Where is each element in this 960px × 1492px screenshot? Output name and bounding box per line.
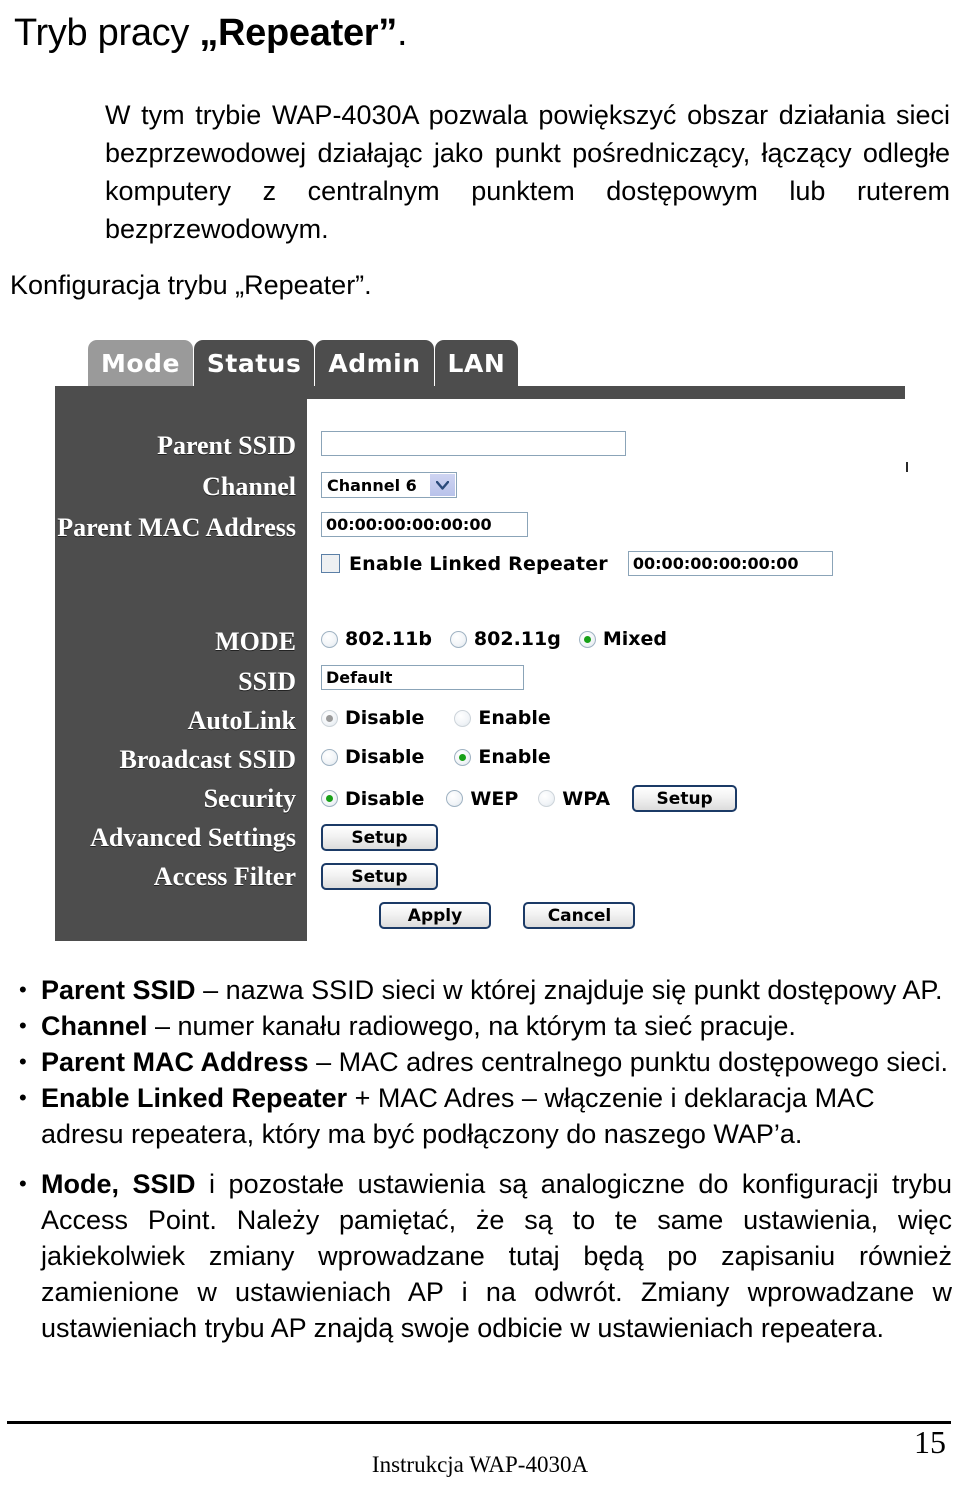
list-item: Parent SSID – nazwa SSID sieci w której … [14,972,952,1008]
parent-mac-input[interactable] [321,512,528,537]
router-admin-screenshot: Mode Status Admin LAN Parent SSID Channe… [55,336,910,941]
page-title-quoted: „Repeater” [199,12,397,54]
radio-circle [321,748,338,766]
tab-mode[interactable]: Mode [88,340,193,386]
list-item-term: Parent SSID [41,975,196,1005]
list-item: Enable Linked Repeater + MAC Adres – włą… [14,1080,952,1152]
list-item-desc: – MAC adres centralnego punktu dostępowe… [308,1047,948,1077]
label-column: Parent SSID Channel Parent MAC Address M… [55,386,307,941]
access-filter-setup-button[interactable]: Setup [321,863,438,890]
radio-circle [446,790,464,807]
bullet-list: Parent SSID – nazwa SSID sieci w której … [14,972,952,1346]
config-line: Konfiguracja trybu „Repeater”. [10,270,372,300]
security-radio-disable-label: Disable [345,787,425,810]
mode-radio-80211g[interactable]: 802.11g [449,628,561,650]
autolink-radio-disable[interactable]: Disable [321,707,424,729]
security-radio-wep[interactable]: WEP [446,788,518,810]
list-item-term: Mode, SSID [41,1169,196,1199]
page-title: Tryb pracy „Repeater”. [14,12,408,55]
radio-circle-selected [578,630,596,648]
intro-paragraph: W tym trybie WAP-4030A pozwala powiększy… [105,100,950,244]
list-item-desc: – nazwa SSID sieci w której znajduje się… [195,975,943,1005]
broadcast-radio-disable-label: Disable [345,746,425,768]
security-setup-button[interactable]: Setup [632,785,738,812]
tab-admin[interactable]: Admin [315,340,434,386]
list-item: Mode, SSID i pozostałe ustawienia są ana… [14,1166,952,1346]
mode-radio-80211g-label: 802.11g [473,628,561,650]
label-broadcast-ssid: Broadcast SSID [119,745,296,774]
label-ssid: SSID [238,667,296,696]
label-autolink: AutoLink [187,706,296,735]
label-advanced-settings: Advanced Settings [90,823,296,852]
label-mode: MODE [215,627,296,656]
security-radio-disable[interactable]: Disable [321,788,424,810]
label-parent-ssid: Parent SSID [157,431,296,460]
page-title-prefix: Tryb pracy [14,12,200,54]
ssid-input[interactable] [321,665,524,690]
page-title-suffix: . [396,12,408,54]
list-item-term: Channel [41,1011,148,1041]
autolink-radio-enable-label: Enable [478,707,551,729]
mode-radio-mixed-label: Mixed [602,628,668,650]
linked-repeater-mac-input[interactable] [627,551,833,576]
autolink-radio-enable[interactable]: Enable [454,707,551,729]
security-radio-wep-label: WEP [470,787,519,810]
radio-circle-selected [321,709,338,727]
form-column: Channel 6 Enable Linked Repeater 802.11b… [307,399,905,941]
radio-circle [321,630,338,648]
broadcast-radio-enable-label: Enable [478,746,551,768]
list-item: Channel – numer kanału radiowego, na któ… [14,1008,952,1044]
radio-circle [454,709,472,727]
radio-circle [449,630,467,648]
footer-divider [7,1421,951,1424]
parent-ssid-input[interactable] [321,431,626,456]
label-channel: Channel [202,472,296,501]
radio-circle-selected [321,790,338,807]
autolink-radio-disable-label: Disable [345,707,425,729]
footer-text: Instrukcja WAP-4030A [371,1452,589,1477]
list-item-term: Parent MAC Address [41,1047,309,1077]
broadcast-radio-enable[interactable]: Enable [454,746,551,768]
label-parent-mac: Parent MAC Address [57,513,296,542]
advanced-settings-setup-button[interactable]: Setup [321,824,438,851]
radio-circle-selected [454,748,472,766]
tab-lan[interactable]: LAN [434,340,519,386]
mode-radio-80211b-label: 802.11b [345,628,432,650]
mode-radio-mixed[interactable]: Mixed [578,628,668,650]
label-access-filter: Access Filter [153,862,296,891]
list-item: Parent MAC Address – MAC adres centralne… [14,1044,952,1080]
cancel-button[interactable]: Cancel [523,902,636,929]
channel-select-value: Channel 6 [327,475,417,495]
label-security: Security [203,784,296,813]
broadcast-radio-disable[interactable]: Disable [321,746,424,768]
list-item-desc: – numer kanału radiowego, na którym ta s… [147,1011,796,1041]
security-radio-wpa-label: WPA [562,787,611,810]
mode-radio-80211b[interactable]: 802.11b [321,628,432,650]
radio-circle [538,790,556,807]
security-radio-wpa[interactable]: WPA [538,788,610,810]
enable-linked-repeater-label: Enable Linked Repeater [349,552,608,575]
list-item-term: Enable Linked Repeater [41,1083,348,1113]
enable-linked-repeater-checkbox[interactable] [321,554,340,573]
apply-button[interactable]: Apply [379,902,491,929]
tab-status[interactable]: Status [193,340,315,386]
tab-bar: Mode Status Admin LAN [88,336,519,386]
scan-artifact [906,462,908,472]
channel-select[interactable]: Channel 6 [321,472,457,498]
chevron-down-icon[interactable] [430,474,455,496]
